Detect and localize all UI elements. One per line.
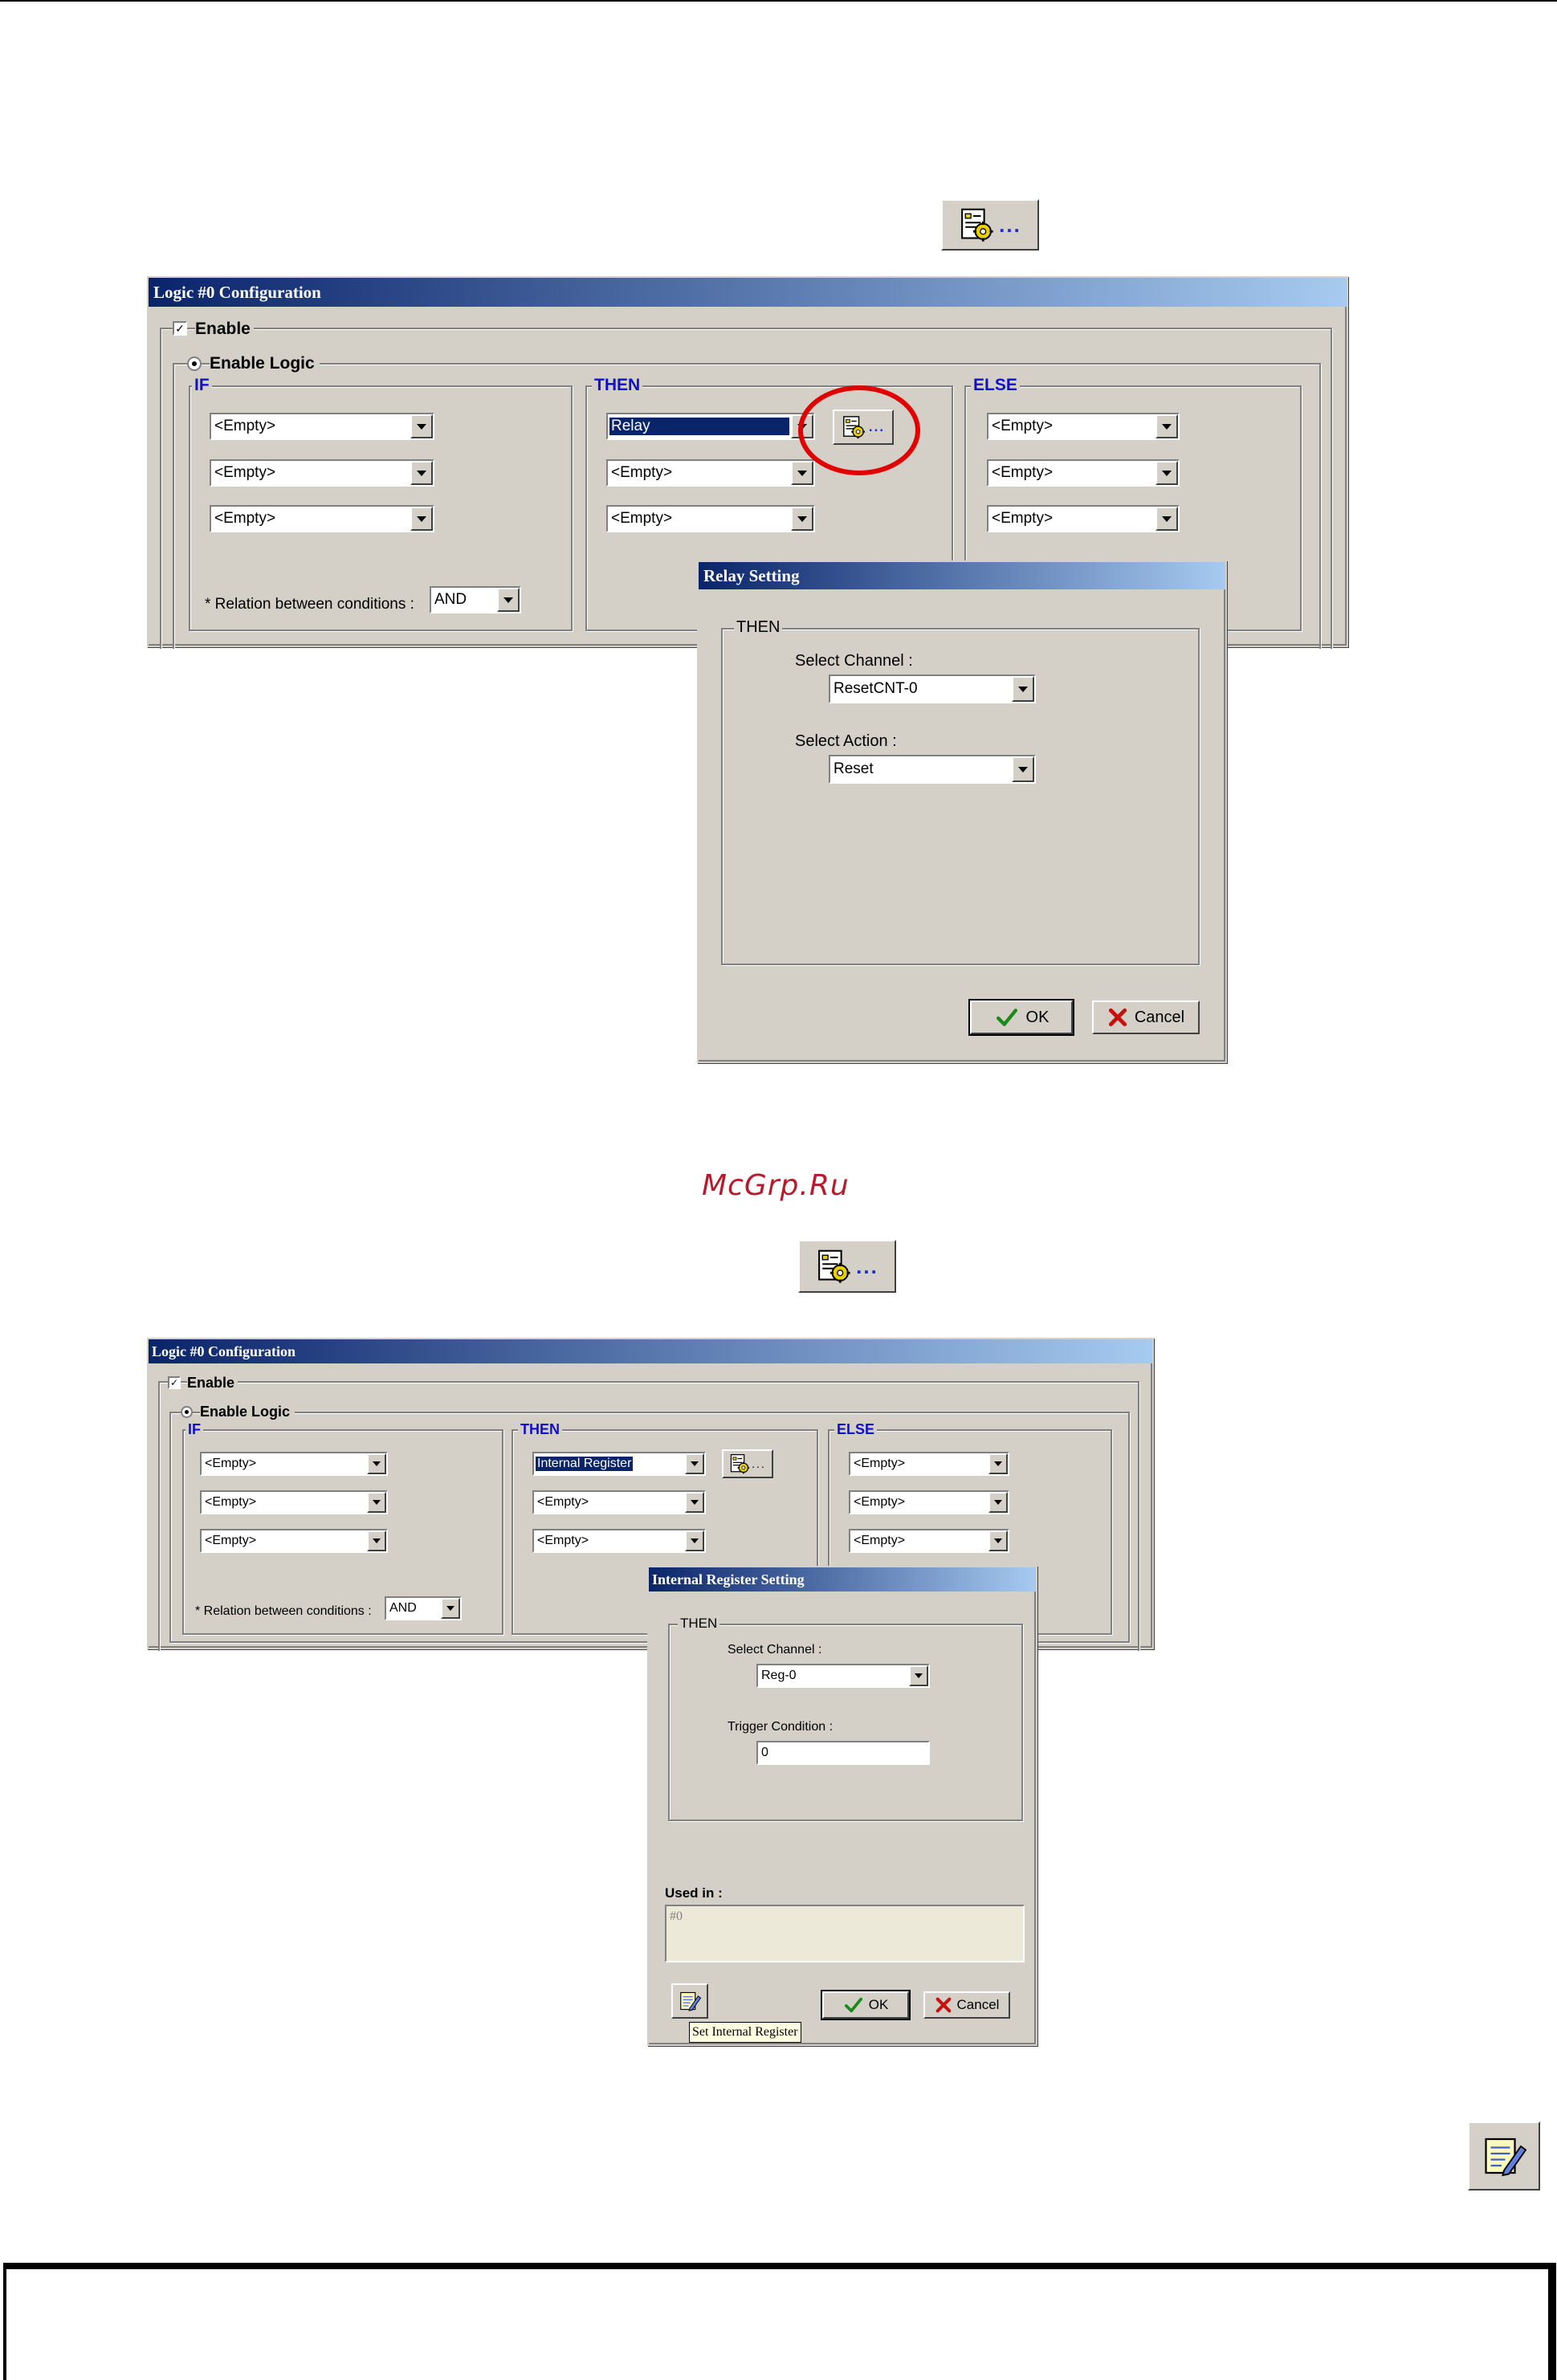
relay-setting-dialog: Relay Setting THEN Select Channel : Rese…: [697, 560, 1227, 1063]
window-title: Logic #0 Configuration: [149, 278, 1347, 307]
then-action-3[interactable]: <Empty>: [532, 1529, 706, 1553]
then-action-2[interactable]: <Empty>: [532, 1490, 706, 1514]
ok-button[interactable]: OK: [821, 1990, 911, 2020]
if-condition-1[interactable]: <Empty>: [200, 1452, 388, 1476]
cancel-x-icon: [1107, 1007, 1128, 1028]
relation-select[interactable]: AND: [385, 1596, 462, 1620]
action-select[interactable]: Reset: [829, 755, 1036, 784]
cancel-x-icon: [935, 1996, 952, 2014]
if-label: IF: [185, 1421, 203, 1438]
else-action-2[interactable]: <Empty>: [849, 1490, 1009, 1514]
edit-button-sample: [1468, 2121, 1540, 2190]
then-settings-button[interactable]: ...: [722, 1449, 773, 1478]
channel-select[interactable]: ResetCNT-0: [829, 674, 1036, 703]
then-label: THEN: [592, 376, 643, 395]
else-action-2[interactable]: <Empty>: [987, 459, 1180, 487]
document-settings-icon: [816, 1249, 851, 1284]
window-title: Logic #0 Configuration: [149, 1339, 1152, 1363]
else-label: ELSE: [971, 376, 1020, 395]
then-label: THEN: [518, 1421, 562, 1438]
enable-logic-radio[interactable]: [187, 357, 202, 371]
used-in-label: Used in :: [665, 1885, 723, 1901]
enable-checkbox[interactable]: ✓: [168, 1376, 181, 1389]
top-rule: [0, 0, 1557, 2]
else-action-1[interactable]: <Empty>: [849, 1452, 1009, 1476]
then-action-2[interactable]: <Empty>: [606, 459, 815, 487]
if-condition-3[interactable]: <Empty>: [200, 1529, 388, 1553]
trigger-condition-label: Trigger Condition :: [728, 1720, 834, 1734]
enable-logic-label: Enable Logic: [210, 354, 320, 373]
enable-checkbox[interactable]: ✓: [173, 321, 187, 336]
settings-button-sample: ...: [941, 199, 1039, 251]
settings-dots: ...: [999, 212, 1021, 237]
watermark: McGrp.Ru: [702, 1169, 850, 1202]
relation-label: * Relation between conditions :: [195, 1604, 372, 1618]
used-in-box[interactable]: #0: [665, 1905, 1025, 1962]
cancel-button[interactable]: Cancel: [1092, 1000, 1200, 1034]
trigger-condition-input[interactable]: 0: [756, 1741, 930, 1765]
dialog-title: Internal Register Setting: [649, 1567, 1036, 1591]
checkmark-icon: [994, 1007, 1020, 1028]
document-settings-icon: [729, 1453, 750, 1474]
highlight-circle: [798, 385, 920, 475]
footer-frame: [3, 2263, 1556, 2380]
enable-logic-label: Enable Logic: [200, 1404, 296, 1420]
relay-then-label: THEN: [734, 618, 783, 637]
then-action-1[interactable]: Internal Register: [532, 1452, 706, 1476]
relation-label: * Relation between conditions :: [205, 596, 414, 613]
set-internal-register-tooltip: Set Internal Register: [689, 2022, 801, 2043]
if-label: IF: [192, 376, 212, 395]
if-condition-3[interactable]: <Empty>: [210, 505, 434, 532]
checkmark-icon: [843, 1996, 864, 2014]
cancel-button[interactable]: Cancel: [923, 1991, 1010, 2019]
enable-label: Enable: [187, 1375, 238, 1392]
if-condition-2[interactable]: <Empty>: [210, 459, 434, 487]
select-channel-label: Select Channel :: [795, 652, 913, 670]
if-condition-2[interactable]: <Empty>: [200, 1490, 388, 1514]
else-action-3[interactable]: <Empty>: [849, 1529, 1009, 1553]
ok-button[interactable]: OK: [968, 999, 1074, 1036]
notepad-pencil-icon: [678, 1989, 702, 2013]
register-then-group: [668, 1624, 1023, 1821]
select-action-label: Select Action :: [795, 732, 897, 750]
else-action-3[interactable]: <Empty>: [987, 505, 1180, 532]
enable-label: Enable: [195, 320, 254, 339]
then-action-3[interactable]: <Empty>: [606, 505, 815, 532]
internal-register-dialog: Internal Register Setting THEN Select Ch…: [647, 1566, 1037, 2046]
settings-button-sample-2: ...: [798, 1240, 896, 1293]
enable-logic-radio[interactable]: [181, 1406, 193, 1418]
register-then-label: THEN: [678, 1616, 720, 1632]
dialog-title: Relay Setting: [699, 562, 1225, 589]
notepad-pencil-icon: [1480, 2132, 1528, 2180]
if-condition-1[interactable]: <Empty>: [210, 413, 434, 440]
else-label: ELSE: [834, 1421, 878, 1438]
then-action-1[interactable]: Relay: [606, 413, 815, 440]
relation-select[interactable]: AND: [430, 586, 521, 613]
set-internal-register-button[interactable]: [671, 1983, 708, 2019]
channel-select[interactable]: Reg-0: [756, 1664, 930, 1688]
document-settings-icon: [959, 207, 994, 242]
else-action-1[interactable]: <Empty>: [987, 413, 1180, 440]
select-channel-label: Select Channel :: [728, 1643, 822, 1657]
